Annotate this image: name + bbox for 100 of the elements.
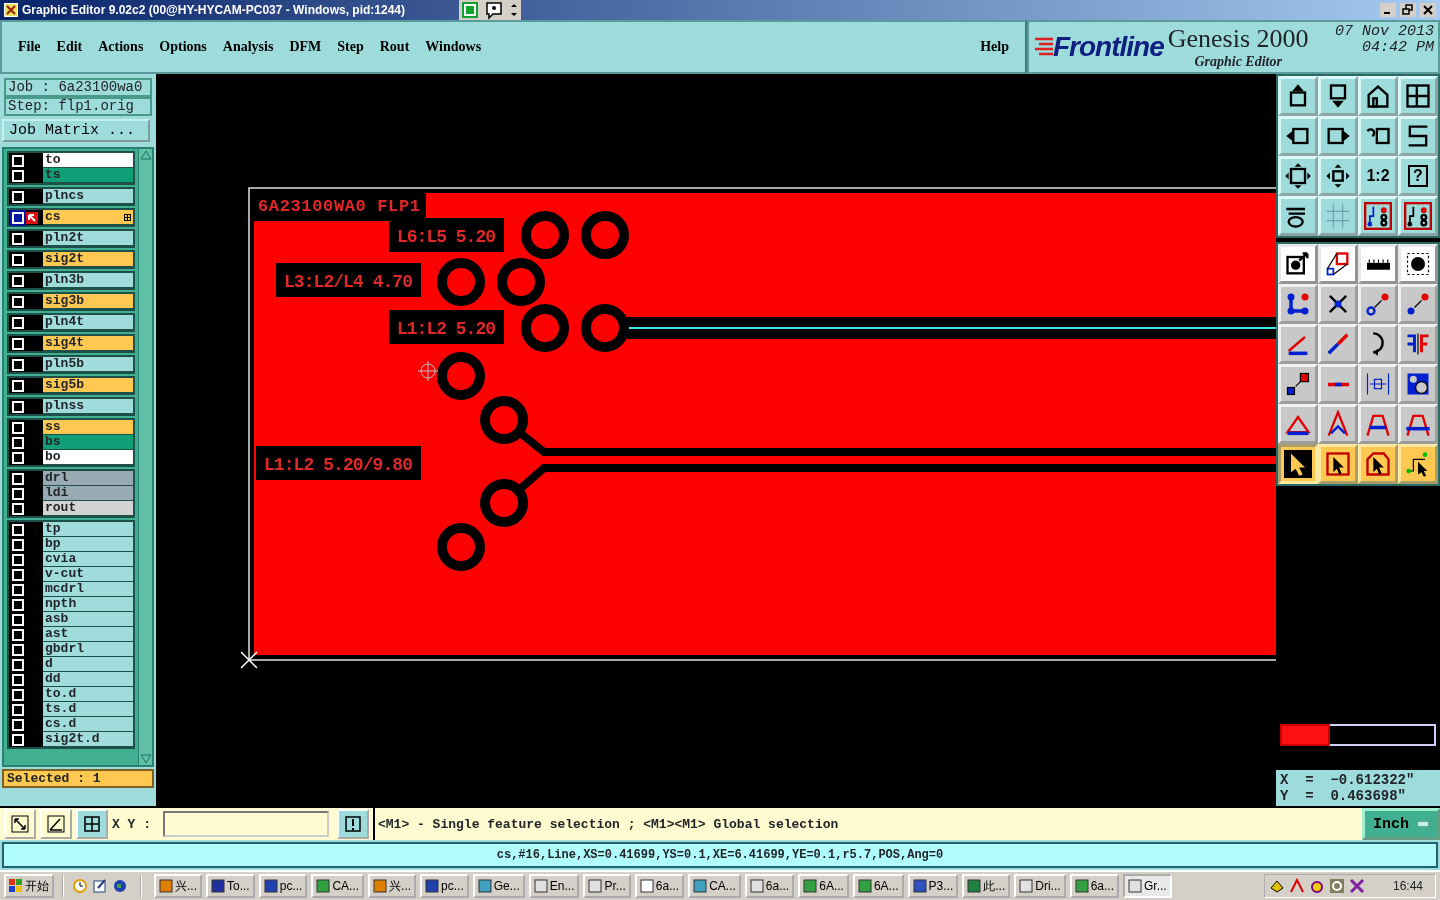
notepad-icon[interactable] — [92, 878, 108, 894]
execute-button[interactable] — [337, 809, 369, 839]
xy-input-field[interactable] — [163, 811, 329, 837]
start-button[interactable]: 开始 — [4, 874, 54, 898]
tool-button[interactable] — [1278, 196, 1318, 236]
checkbox[interactable] — [12, 553, 24, 566]
menu-item[interactable]: Options — [151, 39, 215, 55]
tool-button[interactable] — [1358, 196, 1398, 236]
zoom-fit-button[interactable] — [4, 809, 36, 839]
checkbox[interactable] — [12, 169, 24, 182]
checkbox[interactable] — [12, 643, 24, 656]
tool-button[interactable] — [1398, 244, 1438, 284]
tool-button[interactable] — [1398, 76, 1438, 116]
tool-button[interactable] — [1318, 404, 1358, 444]
tool-button[interactable] — [1318, 284, 1358, 324]
checkbox[interactable] — [12, 400, 24, 413]
taskbar-button[interactable]: P3... — [907, 874, 959, 898]
layer-name[interactable]: d — [43, 657, 133, 672]
taskbar-button[interactable]: 6a... — [744, 874, 795, 898]
layer-name[interactable]: ldi — [43, 486, 133, 501]
taskbar-button[interactable]: 此... — [962, 874, 1011, 898]
layer-name[interactable]: ss — [43, 420, 133, 435]
tray-icon[interactable] — [1268, 878, 1285, 894]
taskbar-button[interactable]: Ge... — [472, 874, 525, 898]
tool-button[interactable] — [1278, 364, 1318, 404]
taskbar-button[interactable]: 6a... — [634, 874, 685, 898]
tool-button[interactable] — [1398, 116, 1438, 156]
tool-button[interactable] — [1318, 244, 1358, 284]
layer-name[interactable]: ast — [43, 627, 133, 642]
tool-button[interactable] — [1398, 324, 1438, 364]
layer-name[interactable]: ts — [43, 168, 133, 183]
select-mode-button[interactable] — [1278, 444, 1318, 484]
checkbox[interactable] — [12, 583, 24, 596]
checkbox[interactable] — [12, 472, 24, 485]
checkbox[interactable] — [12, 568, 24, 581]
tool-button[interactable] — [1278, 404, 1318, 444]
tool-button[interactable] — [1398, 404, 1438, 444]
checkbox[interactable] — [12, 487, 24, 500]
tool-button[interactable] — [1318, 116, 1358, 156]
layer-name[interactable]: tp — [43, 522, 133, 537]
checkbox[interactable] — [12, 358, 24, 371]
menu-item[interactable]: Analysis — [214, 39, 282, 55]
checkbox[interactable] — [12, 211, 24, 224]
checkbox[interactable] — [12, 688, 24, 701]
checkbox[interactable] — [12, 295, 24, 308]
taskbar-button[interactable]: pc... — [258, 874, 308, 898]
layer-name[interactable]: pln4t — [43, 315, 133, 330]
layer-name[interactable]: v-cut — [43, 567, 133, 582]
layer-name[interactable]: sig2t — [43, 252, 133, 267]
angle-button[interactable] — [40, 809, 72, 839]
grid-button[interactable] — [76, 809, 108, 839]
tool-button[interactable] — [1278, 76, 1318, 116]
taskbar-button[interactable]: 6A... — [798, 874, 849, 898]
tool-button[interactable] — [1358, 364, 1398, 404]
menu-item[interactable]: Edit — [48, 39, 91, 55]
tool-button[interactable] — [1398, 364, 1438, 404]
checkbox[interactable] — [12, 337, 24, 350]
layer-name[interactable]: sig2t.d — [43, 732, 133, 747]
layer-name[interactable]: asb — [43, 612, 133, 627]
checkbox[interactable] — [12, 253, 24, 266]
layer-name[interactable]: dd — [43, 672, 133, 687]
tool-button[interactable] — [1278, 244, 1318, 284]
layer-name[interactable]: rout — [43, 501, 133, 516]
taskbar-button[interactable]: Pr... — [583, 874, 631, 898]
restore-icon[interactable] — [1400, 3, 1416, 17]
tool-button[interactable] — [1358, 76, 1398, 116]
tool-button[interactable] — [1318, 324, 1358, 364]
help-button[interactable]: ? — [1398, 156, 1438, 196]
layer-name[interactable]: to — [43, 153, 133, 168]
checkbox[interactable] — [12, 316, 24, 329]
tool-button[interactable] — [1358, 244, 1398, 284]
scroll-down-icon[interactable] — [139, 753, 152, 765]
taskbar-button[interactable]: En... — [528, 874, 580, 898]
checkbox[interactable] — [12, 154, 24, 167]
menu-item[interactable]: Actions — [90, 39, 152, 55]
checkbox[interactable] — [12, 613, 24, 626]
taskbar-button[interactable]: CA... — [688, 874, 741, 898]
menu-item[interactable]: Windows — [417, 39, 490, 55]
tool-button[interactable] — [1318, 156, 1358, 196]
layer-name[interactable]: bs — [43, 435, 133, 450]
tool-button[interactable] — [1318, 76, 1358, 116]
checkbox[interactable] — [12, 232, 24, 245]
layer-name[interactable]: cvia — [43, 552, 133, 567]
taskbar-button[interactable]: pc... — [420, 874, 469, 898]
menu-item[interactable]: Rout — [371, 39, 418, 55]
checkbox[interactable] — [12, 451, 24, 464]
layer-name[interactable]: pln5b — [43, 357, 133, 372]
tool-button[interactable] — [1278, 324, 1318, 364]
checkbox[interactable] — [12, 658, 24, 671]
job-matrix-button[interactable]: Job Matrix ... — [2, 119, 150, 142]
menu-item[interactable]: DFM — [281, 39, 330, 55]
scrollbar[interactable] — [138, 149, 152, 765]
menu-item[interactable]: Step — [329, 39, 372, 55]
overview-map[interactable] — [1280, 724, 1436, 746]
menu-item[interactable]: Help — [972, 39, 1017, 55]
checkbox[interactable] — [12, 703, 24, 716]
tool-button[interactable] — [1358, 324, 1398, 364]
tool-button[interactable] — [1358, 404, 1398, 444]
tool-button[interactable] — [1358, 284, 1398, 324]
layer-name[interactable]: cs.d — [43, 717, 133, 732]
